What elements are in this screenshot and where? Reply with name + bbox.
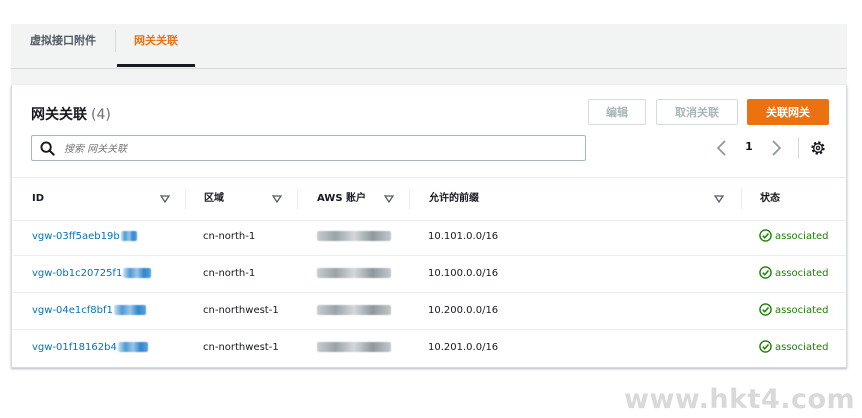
- sort-down-icon[interactable]: [384, 194, 394, 204]
- aws-account-cell: [316, 256, 391, 292]
- tab-bar: 虚拟接口附件 网关关联: [11, 24, 847, 69]
- tab-gateway-associations[interactable]: 网关关联: [117, 24, 195, 67]
- gateway-id-link[interactable]: vgw-01f18162b4: [32, 330, 148, 366]
- region-cell: cn-northwest-1: [203, 342, 279, 353]
- column-divider: [409, 189, 410, 209]
- status-cell: associated: [759, 293, 829, 329]
- check-circle-icon: [759, 228, 772, 242]
- redacted-id: [117, 342, 148, 352]
- redacted-account: [317, 305, 391, 315]
- table-row: vgw-01f18162b4 cn-northwest-1 10.201.0.0…: [13, 330, 846, 366]
- region-cell: cn-northwest-1: [203, 305, 279, 316]
- table-row: vgw-03ff5aeb19b cn-north-1 10.101.0.0/16…: [13, 219, 846, 256]
- gateway-id-text: vgw-0b1c20725f1: [32, 268, 123, 279]
- panel-count: (4): [91, 107, 111, 123]
- redacted-account: [317, 268, 391, 278]
- status-cell: associated: [759, 330, 829, 366]
- column-header-region[interactable]: 区域: [204, 178, 224, 220]
- gateway-id-link[interactable]: vgw-0b1c20725f1: [32, 256, 152, 292]
- sort-down-icon[interactable]: [272, 194, 282, 204]
- status-cell: associated: [759, 256, 829, 292]
- column-header-status: 状态: [760, 193, 780, 204]
- column-divider: [741, 189, 742, 209]
- disassociate-button[interactable]: 取消关联: [656, 99, 738, 125]
- watermark: www.hkt4.com: [624, 384, 856, 415]
- allowed-prefix-cell: 10.200.0.0/16: [428, 305, 499, 316]
- chevron-left-icon[interactable]: [714, 139, 730, 157]
- gear-icon[interactable]: [809, 139, 827, 157]
- table-header: ID 区域 AWS 账户 允许的前缀 状态: [13, 177, 846, 221]
- associate-gateway-button[interactable]: 关联网关: [747, 99, 829, 125]
- column-header-allowed-prefixes[interactable]: 允许的前缀: [429, 178, 479, 220]
- search-box[interactable]: [31, 135, 586, 161]
- gateway-id-text: vgw-03ff5aeb19b: [32, 231, 120, 242]
- chevron-right-icon[interactable]: [768, 139, 784, 157]
- gateway-associations-panel: 网关关联(4) 编辑 取消关联 关联网关 1 ID: [11, 85, 847, 368]
- panel-gap: [11, 69, 847, 85]
- table-row: vgw-0b1c20725f1 cn-north-1 10.100.0.0/16…: [13, 256, 846, 293]
- tab-virtual-interface-attachments[interactable]: 虚拟接口附件: [11, 24, 115, 67]
- region-cell: cn-north-1: [203, 268, 256, 279]
- redacted-id: [113, 305, 146, 315]
- check-circle-icon: [759, 265, 772, 279]
- search-input[interactable]: [62, 138, 576, 160]
- page-number[interactable]: 1: [742, 140, 756, 153]
- gateway-associations-view: 虚拟接口附件 网关关联 网关关联(4) 编辑 取消关联 关联网关 1: [11, 24, 847, 368]
- column-divider: [185, 189, 186, 209]
- allowed-prefix-cell: 10.101.0.0/16: [428, 231, 499, 242]
- status-text: associated: [775, 305, 829, 316]
- region-cell: cn-north-1: [203, 231, 256, 242]
- redacted-id: [120, 231, 137, 241]
- aws-account-cell: [316, 330, 391, 366]
- column-header-aws-account[interactable]: AWS 账户: [317, 178, 366, 220]
- redacted-account: [317, 231, 391, 241]
- column-header-id[interactable]: ID: [32, 178, 44, 220]
- aws-account-cell: [316, 293, 391, 329]
- sort-down-icon[interactable]: [160, 194, 170, 204]
- allowed-prefix-cell: 10.100.0.0/16: [428, 268, 499, 279]
- gateway-id-link[interactable]: vgw-04e1cf8bf1: [32, 293, 146, 329]
- panel-title-text: 网关关联: [31, 107, 87, 123]
- check-circle-icon: [759, 339, 772, 353]
- gateway-id-text: vgw-01f18162b4: [32, 342, 117, 353]
- aws-account-cell: [316, 219, 391, 255]
- gateway-id-link[interactable]: vgw-03ff5aeb19b: [32, 219, 137, 255]
- sort-down-icon[interactable]: [714, 194, 724, 204]
- allowed-prefix-cell: 10.201.0.0/16: [428, 342, 499, 353]
- status-text: associated: [775, 268, 829, 279]
- redacted-id: [123, 268, 152, 278]
- edit-button[interactable]: 编辑: [588, 99, 646, 125]
- tab-divider: [115, 30, 116, 52]
- column-divider: [297, 189, 298, 209]
- redacted-account: [317, 342, 391, 352]
- search-icon: [40, 141, 55, 156]
- panel-title: 网关关联 (4): [31, 104, 111, 124]
- gateway-id-text: vgw-04e1cf8bf1: [32, 305, 113, 316]
- check-circle-icon: [759, 302, 772, 316]
- status-text: associated: [775, 342, 829, 353]
- status-text: associated: [775, 231, 829, 242]
- status-cell: associated: [759, 219, 829, 255]
- table-row: vgw-04e1cf8bf1 cn-northwest-1 10.200.0.0…: [13, 293, 846, 330]
- pager-divider: [798, 137, 799, 159]
